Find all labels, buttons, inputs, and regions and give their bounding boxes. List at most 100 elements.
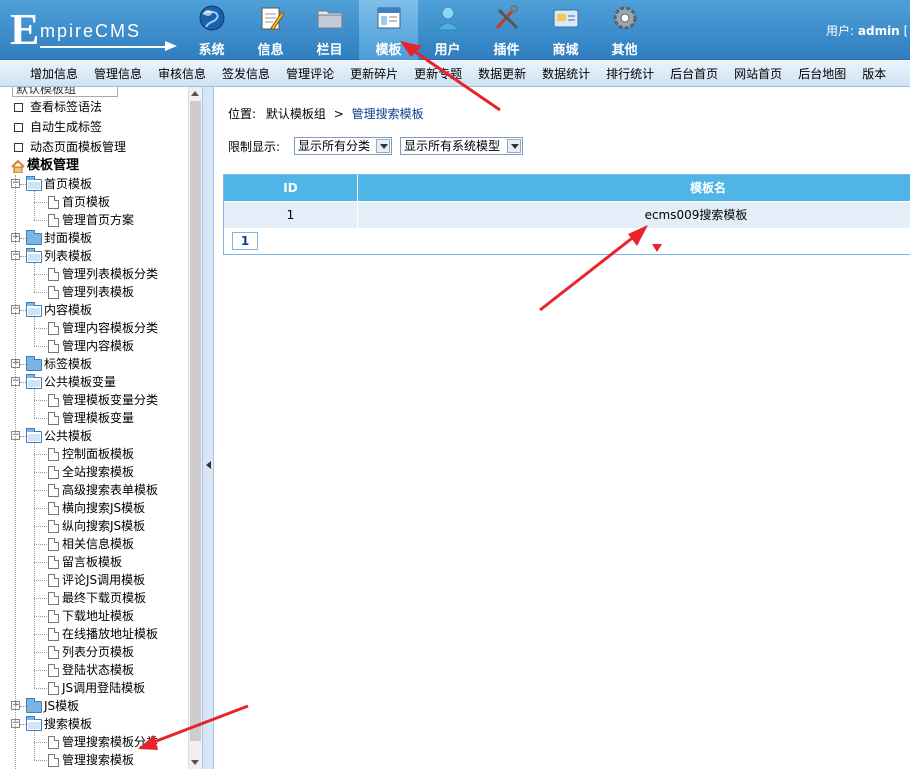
tree-leaf-label[interactable]: 最终下载页模板 [62, 589, 146, 607]
tree-node-label[interactable]: 标签模板 [44, 355, 92, 373]
folder-open-icon [26, 428, 42, 443]
nav-info[interactable]: 信息 [241, 0, 300, 60]
breadcrumb-current[interactable]: 管理搜索模板 [352, 107, 424, 121]
tree-leaf-label[interactable]: 管理搜索模板分类 [62, 733, 158, 751]
template-window-icon [377, 7, 401, 29]
tree-node-label[interactable]: 公共模板变量 [44, 373, 116, 391]
submenu-item[interactable]: 签发信息 [214, 61, 278, 86]
nav-column[interactable]: 栏目 [300, 0, 359, 60]
submenu-item[interactable]: 后台首页 [662, 61, 726, 86]
tree-leaf-label[interactable]: 全站搜索模板 [62, 463, 134, 481]
category-select[interactable]: 显示所有分类 [294, 137, 392, 155]
tree-leaf-label[interactable]: 相关信息模板 [62, 535, 134, 553]
document-icon [48, 520, 59, 533]
page-number[interactable]: 1 [232, 232, 258, 250]
model-select-value: 显示所有系统模型 [404, 139, 501, 153]
logo-underline [40, 46, 168, 48]
tree-leaf-label[interactable]: 高级搜索表单模板 [62, 481, 158, 499]
nav-label: 商城 [552, 43, 579, 58]
document-icon [48, 574, 59, 587]
tree-scrollbar[interactable] [188, 87, 202, 769]
tree-leaf-label[interactable]: 管理列表模板 [62, 283, 134, 301]
nav-plugin[interactable]: 插件 [477, 0, 536, 60]
tree-link[interactable]: 动态页面模板管理 [14, 138, 126, 156]
tree-connector [34, 443, 35, 688]
tree-leaf-label[interactable]: 管理模板变量分类 [62, 391, 158, 409]
globe-icon [199, 5, 225, 31]
model-select[interactable]: 显示所有系统模型 [400, 137, 523, 155]
tree-leaf-label[interactable]: 登陆状态模板 [62, 661, 134, 679]
tree-leaf-label[interactable]: JS调用登陆模板 [62, 679, 145, 697]
scroll-thumb[interactable] [190, 101, 201, 741]
submenu-item[interactable]: 数据统计 [534, 61, 598, 86]
tree-leaf-label[interactable]: 管理内容模板分类 [62, 319, 158, 337]
tree-leaf-label[interactable]: 控制面板模板 [62, 445, 134, 463]
tree-node-label[interactable]: JS模板 [44, 697, 79, 715]
submenu-item[interactable]: 增加信息 [22, 61, 86, 86]
tree-connector [34, 731, 35, 760]
tree-connector [34, 490, 47, 491]
tree-leaf-label[interactable]: 留言板模板 [62, 553, 122, 571]
tree-leaf-label[interactable]: 首页模板 [62, 193, 110, 211]
tree-leaf-label[interactable]: 评论JS调用模板 [62, 571, 145, 589]
submenu-item[interactable]: 排行统计 [598, 61, 662, 86]
breadcrumb-group-link[interactable]: 默认模板组 [266, 107, 326, 121]
tree-link-label: 查看标签语法 [30, 100, 103, 114]
nav-label: 用户 [434, 43, 461, 58]
tree-link[interactable]: 查看标签语法 [14, 98, 102, 116]
folder-open-icon [26, 374, 42, 389]
submenu-item[interactable]: 审核信息 [150, 61, 214, 86]
tree-leaf-label[interactable]: 管理首页方案 [62, 211, 134, 229]
nav-user[interactable]: 用户 [418, 0, 477, 60]
submenu-item[interactable]: 管理信息 [86, 61, 150, 86]
tree-connector [34, 220, 47, 221]
tree-leaf-label[interactable]: 管理模板变量 [62, 409, 134, 427]
submenu-item[interactable]: 网站首页 [726, 61, 790, 86]
submenu-item[interactable]: 更新专题 [406, 61, 470, 86]
scroll-down-icon[interactable] [191, 760, 199, 765]
nav-system[interactable]: 系统 [182, 0, 241, 60]
panel-splitter[interactable] [202, 87, 214, 769]
nav-other[interactable]: 其他 [595, 0, 654, 60]
tree-node-label[interactable]: 内容模板 [44, 301, 92, 319]
scroll-up-icon[interactable] [191, 91, 199, 96]
tree-link[interactable]: 自动生成标签 [14, 118, 102, 136]
submenu-item[interactable]: 后台地图 [790, 61, 854, 86]
tree-node-label[interactable]: 公共模板 [44, 427, 92, 445]
nav-label: 其他 [611, 43, 638, 58]
tree-leaf-label[interactable]: 纵向搜索JS模板 [62, 517, 145, 535]
tree-node-label[interactable]: 首页模板 [44, 175, 92, 193]
tree-leaf-label[interactable]: 下载地址模板 [62, 607, 134, 625]
nav-shop[interactable]: 商城 [536, 0, 595, 60]
folder-icon [26, 698, 42, 713]
checkbox-icon [14, 103, 23, 112]
tree-leaf-label[interactable]: 管理内容模板 [62, 337, 134, 355]
tree-leaf-label[interactable]: 横向搜索JS模板 [62, 499, 145, 517]
submenu-item[interactable]: 版本 [854, 61, 894, 86]
tree-leaf-label[interactable]: 在线播放地址模板 [62, 625, 158, 643]
submenu-item[interactable]: 管理评论 [278, 61, 342, 86]
document-icon [48, 610, 59, 623]
tree-connector [34, 580, 47, 581]
nav-label: 栏目 [316, 43, 343, 58]
submenu-item[interactable]: 数据更新 [470, 61, 534, 86]
empirecms-logo[interactable]: E mpireCMS [10, 8, 177, 52]
user-info: 用户: admin [ [826, 22, 908, 39]
tree-leaf-label[interactable]: 管理列表模板分类 [62, 265, 158, 283]
row-template-name[interactable]: ecms009搜索模板 [358, 202, 910, 228]
user-name[interactable]: admin [858, 24, 900, 38]
nav-template[interactable]: 模板 [359, 0, 418, 60]
template-tree-panel: 默认模板组 查看标签语法 自动生成标签 动态页面模板管理 模板管理 − 首页模板 首页模板管… [0, 87, 188, 769]
notepad-icon [261, 7, 285, 31]
table-row[interactable]: 1 ecms009搜索模板 [224, 202, 910, 228]
tree-leaf-label[interactable]: 管理搜索模板 [62, 751, 134, 769]
tree-leaf-label[interactable]: 列表分页模板 [62, 643, 134, 661]
tree-node-label[interactable]: 封面模板 [44, 229, 92, 247]
collapse-left-icon[interactable] [206, 461, 211, 469]
tree-root-label[interactable]: 模板管理 [27, 157, 79, 175]
submenu-item[interactable]: 更新碎片 [342, 61, 406, 86]
template-group-select[interactable]: 默认模板组 [12, 87, 118, 97]
logo-text: mpireCMS [40, 21, 142, 41]
tree-node-label[interactable]: 搜索模板 [44, 715, 92, 733]
tree-node-label[interactable]: 列表模板 [44, 247, 92, 265]
